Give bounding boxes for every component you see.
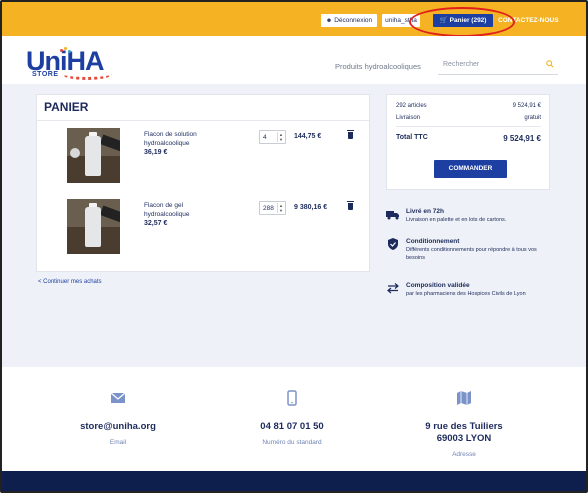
product-name-text: Flacon de solution hydroalcoolique	[144, 131, 197, 147]
envelope-icon	[110, 392, 126, 403]
contact-phone-label: Numéro du standard	[262, 439, 322, 446]
order-summary: 292 articles 9 524,91 € Livraison gratui…	[386, 94, 550, 190]
product-image[interactable]	[67, 128, 120, 183]
logout-label: Déconnexion	[334, 17, 373, 24]
quantity-stepper[interactable]: 288 ▲ ▼	[259, 201, 286, 215]
uniha-logo[interactable]: UniHA STORE	[26, 46, 126, 80]
cart-panel: PANIER Flacon de solution hydroalcooliqu…	[36, 94, 370, 272]
divider	[396, 126, 541, 127]
product-unit-price: 36,19 €	[144, 149, 168, 156]
line-total: 9 380,16 €	[294, 204, 328, 211]
summary-total-row: Total TTC 9 524,91 €	[396, 134, 541, 143]
articles-value: 9 524,91 €	[512, 103, 541, 109]
feature-title: Composition validée	[406, 282, 470, 289]
summary-livraison-row: Livraison gratuit	[396, 115, 541, 121]
chevron-down-icon[interactable]: ▼	[278, 137, 284, 142]
trash-icon[interactable]	[347, 130, 354, 139]
shield-check-icon	[388, 238, 398, 250]
feature-title: Conditionnement	[406, 238, 460, 245]
trash-icon[interactable]	[347, 201, 354, 210]
cart-item: Flacon de gel hydroalcoolique 32,57 € 28…	[37, 199, 369, 259]
line-total: 144,75 €	[294, 133, 322, 140]
quantity-value[interactable]: 288	[263, 205, 274, 212]
truck-icon	[386, 211, 399, 220]
product-unit-price: 32,57 €	[144, 220, 168, 227]
livraison-label: Livraison	[396, 115, 421, 121]
quantity-spinner[interactable]: ▲ ▼	[277, 132, 284, 142]
browser-page: ☻ Déconnexion uniha_stha 🛒 Panier (292) CO…	[0, 0, 588, 493]
contact-address-label: Adresse	[452, 451, 476, 458]
map-icon	[457, 391, 471, 405]
articles-label: 292 articles	[396, 103, 427, 109]
search-placeholder: Rechercher	[443, 61, 480, 68]
livraison-value: gratuit	[524, 115, 541, 121]
product-name[interactable]: Flacon de gel hydroalcoolique 32,57 €	[144, 201, 229, 228]
logo-swirl	[62, 68, 112, 80]
quantity-spinner[interactable]: ▲ ▼	[277, 203, 284, 213]
order-button[interactable]: COMMANDER	[434, 160, 507, 178]
phone-icon	[287, 390, 297, 406]
contact-email-label: Email	[109, 439, 127, 446]
contact-section: store@uniha.org Email 04 81 07 01 50 Num…	[2, 367, 586, 471]
site-header: UniHA STORE Produits hydroalcooliques Re…	[2, 36, 586, 84]
address-line-2: 69003 LYON	[436, 433, 492, 444]
nav-hydroalcoolique[interactable]: Produits hydroalcooliques	[335, 62, 421, 71]
feature-desc: par les pharmaciens des Hospices Civils …	[406, 291, 526, 297]
total-value: 9 524,91 €	[503, 134, 541, 143]
summary-articles-row: 292 articles 9 524,91 €	[396, 103, 541, 109]
search-icon[interactable]	[546, 60, 554, 68]
highlight-circle	[409, 7, 515, 37]
cart-title: PANIER	[44, 100, 89, 114]
product-image[interactable]	[67, 199, 120, 254]
quantity-value[interactable]: 4	[263, 134, 267, 141]
logout-button[interactable]: ☻ Déconnexion	[321, 14, 377, 27]
divider	[37, 120, 369, 121]
quantity-stepper[interactable]: 4 ▲ ▼	[259, 130, 286, 144]
total-label: Total TTC	[396, 134, 428, 141]
continue-shopping-link[interactable]: < Continuer mes achats	[38, 279, 102, 285]
feature-title: Livré en 72h	[406, 208, 444, 215]
arrows-exchange-icon	[387, 283, 399, 294]
user-icon: ☻	[325, 18, 333, 24]
product-name-text: Flacon de gel hydroalcoolique	[144, 202, 190, 218]
address-line-1: 9 rue des Tuiliers	[425, 421, 503, 432]
contact-email-value[interactable]: store@uniha.org	[38, 421, 198, 433]
footer-bar	[2, 471, 586, 491]
search-input[interactable]: Rechercher	[438, 57, 558, 75]
product-name[interactable]: Flacon de solution hydroalcoolique 36,19…	[144, 130, 229, 157]
feature-desc: Différents conditionnements pour répondr…	[406, 247, 537, 261]
contact-phone-value[interactable]: 04 81 07 01 50	[212, 421, 372, 433]
cart-item: Flacon de solution hydroalcoolique 36,19…	[37, 128, 369, 188]
chevron-down-icon[interactable]: ▼	[278, 208, 284, 213]
feature-desc: Livraison en palette et en lots de carto…	[406, 217, 507, 223]
logo-dots	[60, 47, 71, 53]
logo-store-text: STORE	[32, 71, 59, 78]
contact-address-value: 9 rue des Tuiliers 69003 LYON	[384, 421, 544, 445]
